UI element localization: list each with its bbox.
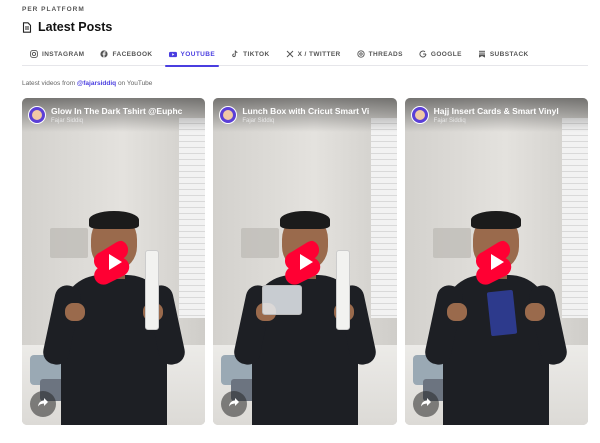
tab-label: X / TWITTER: [297, 50, 341, 58]
channel-avatar[interactable]: [410, 106, 429, 124]
video-header: Hajj Insert Cards & Smart Vinyl Fajar Si…: [404, 98, 588, 132]
video-card[interactable]: Glow In The Dark Tshirt @Euphc Fajar Sid…: [22, 98, 206, 425]
share-icon: [228, 395, 240, 413]
tab-substack[interactable]: SUBSTACK: [470, 42, 537, 66]
channel-avatar[interactable]: [28, 106, 46, 124]
shorts-play-icon[interactable]: [476, 239, 516, 285]
tab-label: TIKTOK: [243, 50, 270, 58]
tab-x-twitter[interactable]: X / TWITTER: [278, 42, 349, 66]
tab-youtube[interactable]: YOUTUBE: [161, 42, 224, 67]
subtitle-suffix: on YouTube: [116, 80, 153, 87]
instagram-icon: [30, 50, 38, 58]
channel-name[interactable]: Fajar Siddiq: [51, 118, 182, 124]
page-title-row: Latest Posts: [22, 20, 112, 34]
video-cards: Glow In The Dark Tshirt @Euphc Fajar Sid…: [22, 98, 588, 425]
threads-icon: [357, 50, 365, 58]
tab-label: SUBSTACK: [489, 50, 529, 58]
video-header: Glow In The Dark Tshirt @Euphc Fajar Sid…: [22, 98, 206, 132]
video-header: Lunch Box with Cricut Smart Vi Fajar Sid…: [213, 98, 397, 132]
substack-icon: [478, 50, 486, 58]
section-eyebrow: PER PLATFORM: [22, 6, 85, 13]
platform-tabs: INSTAGRAM FACEBOOK YOUTUBE TIKTOK X / TW…: [22, 42, 588, 67]
tab-label: FACEBOOK: [112, 50, 153, 58]
video-title[interactable]: Hajj Insert Cards & Smart Vinyl: [434, 106, 559, 116]
shorts-play-icon[interactable]: [284, 239, 325, 285]
channel-avatar[interactable]: [219, 106, 238, 124]
tab-label: INSTAGRAM: [42, 50, 85, 58]
tab-google[interactable]: GOOGLE: [411, 42, 470, 66]
video-title[interactable]: Lunch Box with Cricut Smart Vi: [242, 106, 369, 116]
video-card[interactable]: Lunch Box with Cricut Smart Vi Fajar Sid…: [213, 98, 397, 425]
tiktok-icon: [231, 50, 239, 58]
subtitle-prefix: Latest videos from: [22, 80, 77, 87]
video-card[interactable]: Hajj Insert Cards & Smart Vinyl Fajar Si…: [404, 98, 588, 425]
channel-name[interactable]: Fajar Siddiq: [242, 118, 369, 124]
google-icon: [419, 50, 427, 58]
youtube-icon: [168, 50, 177, 58]
tab-tiktok[interactable]: TIKTOK: [223, 42, 277, 66]
page-title: Latest Posts: [38, 20, 113, 34]
share-icon: [37, 395, 49, 413]
channel-name[interactable]: Fajar Siddiq: [434, 118, 559, 124]
shorts-play-icon[interactable]: [93, 239, 134, 285]
share-icon: [420, 395, 432, 413]
share-button[interactable]: [412, 391, 439, 417]
document-icon: [22, 21, 32, 33]
share-button[interactable]: [30, 391, 56, 417]
channel-handle-link[interactable]: @fajarsiddiq: [77, 80, 116, 87]
tab-threads[interactable]: THREADS: [349, 42, 411, 66]
tab-facebook[interactable]: FACEBOOK: [92, 42, 160, 66]
tab-label: YOUTUBE: [180, 50, 216, 58]
tab-label: GOOGLE: [430, 50, 462, 58]
facebook-icon: [100, 50, 109, 58]
videos-subtitle: Latest videos from @fajarsiddiq on YouTu…: [22, 80, 152, 87]
video-title[interactable]: Glow In The Dark Tshirt @Euphc: [51, 106, 182, 116]
x-icon: [286, 50, 294, 58]
tab-instagram[interactable]: INSTAGRAM: [22, 42, 92, 66]
tab-label: THREADS: [368, 50, 403, 58]
